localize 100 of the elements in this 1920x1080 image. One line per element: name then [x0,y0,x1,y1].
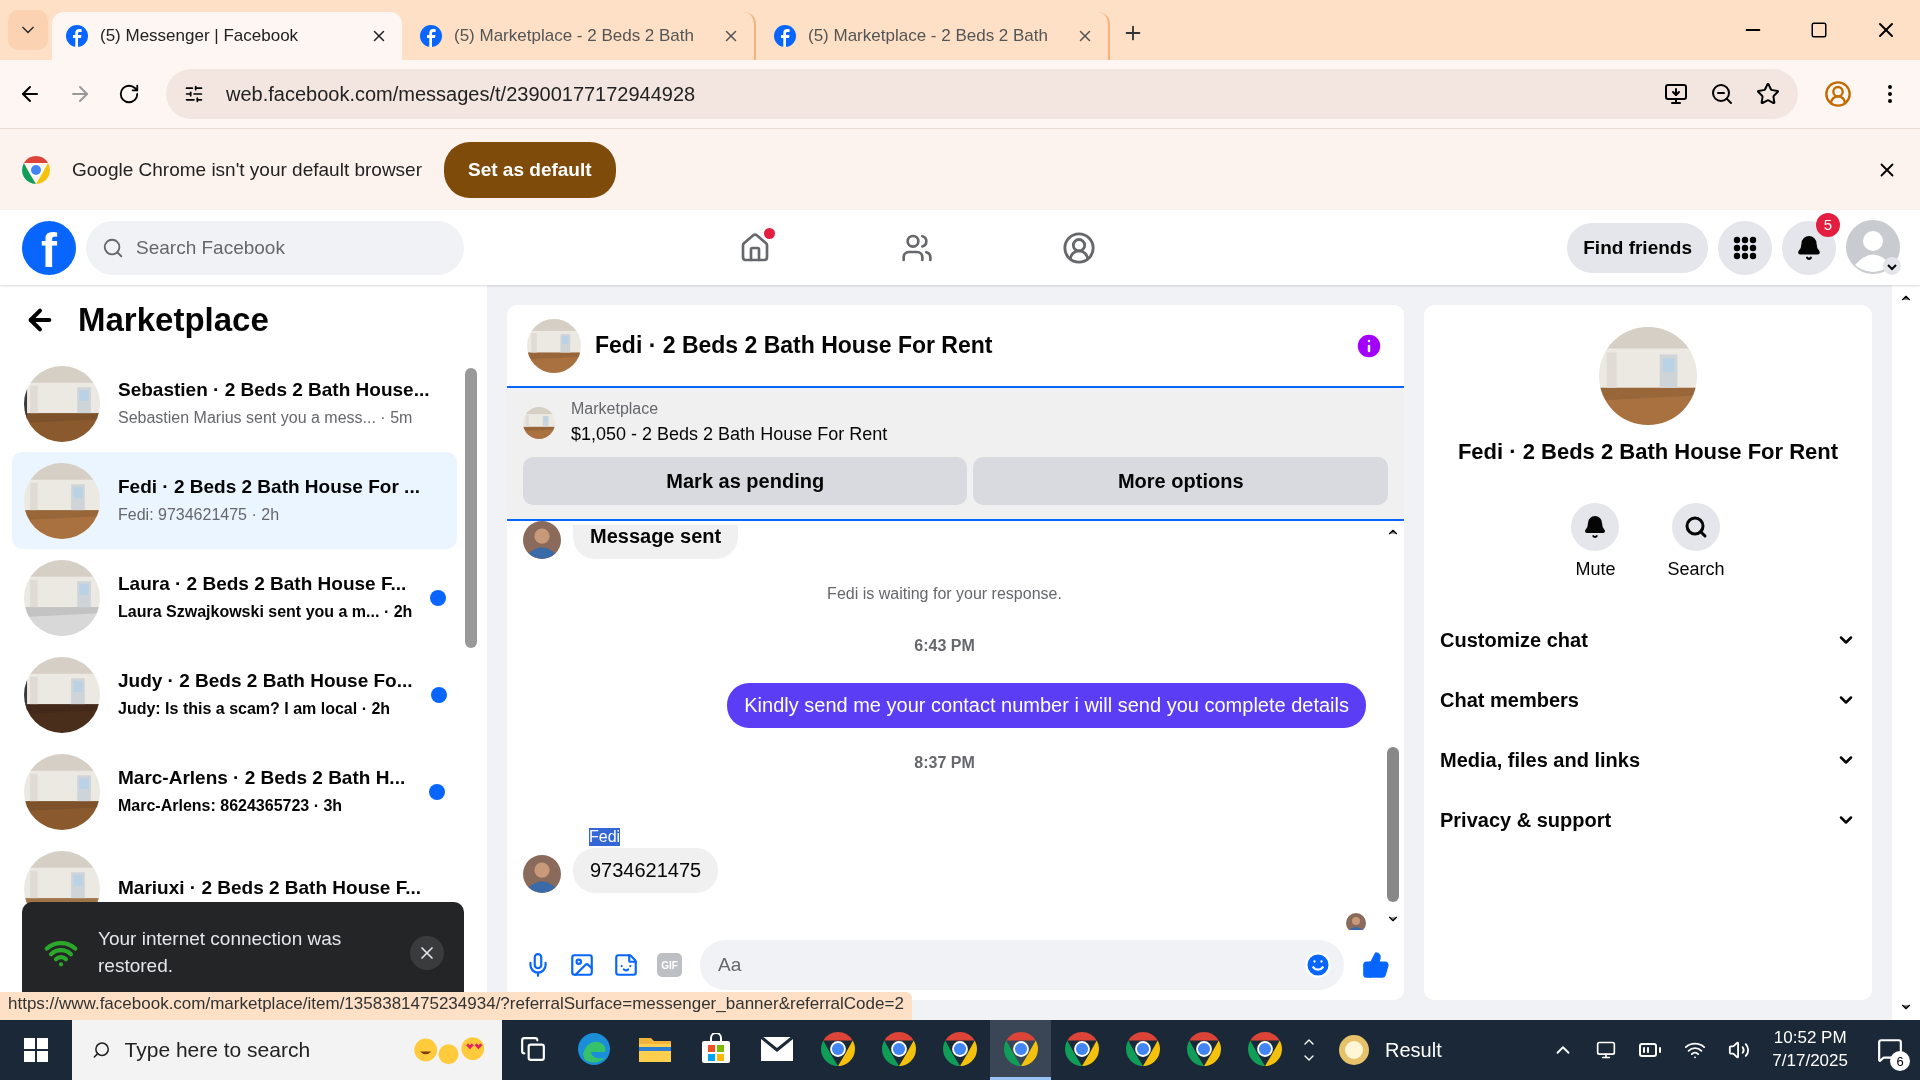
conversation-item[interactable]: Laura · 2 Beds 2 Bath House F... Laura Szwajkowski sent you a m... · 2h [12,549,457,646]
chrome-icon [22,155,50,184]
conversation-item[interactable]: Sebastien · 2 Beds 2 Bath House... Sebastien Marius sent you a mess... · 5m [12,355,457,452]
details-title: Fedi · 2 Beds 2 Bath House For Rent [1457,439,1839,465]
store-icon [699,1032,732,1065]
conversation-title: Sebastien · 2 Beds 2 Bath House... [118,377,430,402]
details-section[interactable]: Privacy & support [1440,790,1856,850]
url-text: web.facebook.com/messages/t/23900177172944928 [226,82,697,106]
zoom-icon[interactable] [1710,82,1734,106]
listing-action-button[interactable]: Mark as pending [523,457,968,505]
chrome-icon [1186,1031,1221,1066]
avatar [523,855,561,893]
timestamp: 8:37 PM [913,754,976,772]
chrome-icon [1247,1031,1282,1066]
chrome-icon [942,1031,977,1066]
home-icon [739,231,771,264]
infobar-message: Google Chrome isn't your default browser [72,158,422,181]
install-icon[interactable] [1664,82,1688,106]
bookmark-icon[interactable] [1756,82,1780,106]
conversation-title: Judy · 2 Beds 2 Bath House Fo... [118,668,413,693]
notifications-button[interactable] [1782,220,1836,275]
task-view-icon [519,1035,546,1062]
tab-title: (5) Marketplace - 2 Beds 2 Bath [808,26,1049,46]
bell-icon [1583,515,1608,539]
edge-icon [576,1031,611,1066]
weather-widget[interactable]: Result [1331,1032,1448,1068]
search-icon [102,236,124,259]
message-bubble: Message sent [573,525,739,559]
scrollbar-thumb[interactable] [1387,747,1399,902]
time-text: 10:52 PM [1773,1027,1847,1050]
search-field[interactable]: Search Facebook [86,220,464,275]
photo-icon[interactable] [569,952,595,978]
details-section[interactable]: Customize chat [1440,610,1856,670]
conversation-title: Mariuxi · 2 Beds 2 Bath House F... [118,876,422,901]
notification-center-button[interactable]: 6 [1870,1025,1910,1075]
chrome-icon [820,1031,855,1066]
listing-action-button[interactable]: More options [973,457,1388,505]
set-default-button[interactable]: Set as default [444,141,616,198]
address-bar[interactable]: web.facebook.com/messages/t/23900177172944928 [166,69,1798,119]
facebook-icon [66,25,88,47]
bell-icon [1796,234,1822,261]
sticker-icon[interactable] [613,952,639,978]
conversation-preview: Sebastien Marius sent you a mess... · 5m [118,408,413,429]
details-section[interactable]: Media, files and links [1440,730,1856,790]
avatar [1346,913,1366,930]
facebook-logo[interactable]: f [22,220,76,275]
date-text: 7/17/2025 [1772,1050,1848,1072]
chrome-icon [1125,1031,1160,1066]
notification-badge: 5 [1816,212,1840,237]
tab-title: (5) Messenger | Facebook [100,26,300,46]
scrollbar-thumb[interactable] [465,368,477,648]
tab-title: (5) Marketplace - 2 Beds 2 Bath [454,26,695,46]
details-section[interactable]: Chat members [1440,670,1856,730]
reload-icon[interactable] [118,83,140,105]
close-button[interactable] [410,936,444,970]
conversation-preview: Fedi: 9734621475 · 2h [118,505,280,526]
conversation-title: Marc-Arlens · 2 Beds 2 Bath H... [118,765,406,790]
restore-icon[interactable] [1810,21,1828,39]
message-bubble: Kindly send me your contact number i will send you complete details [727,683,1366,728]
conversation-title: Fedi · 2 Beds 2 Bath House For ... [118,474,420,499]
message-bubble: 9734621475 [573,848,719,893]
message-input[interactable]: Aa [716,953,1304,977]
message-field[interactable]: Aa [700,940,1344,990]
sun-icon [1337,1033,1371,1067]
search-input[interactable]: Search Facebook [134,235,448,260]
groups-icon [1062,230,1096,265]
listing-source: Marketplace [571,400,660,418]
mail-icon [759,1035,794,1062]
site-info-icon[interactable] [184,84,204,104]
windows-icon [24,1038,48,1062]
sender-name: Fedi [589,828,621,846]
conversation-item[interactable]: Fedi · 2 Beds 2 Bath House For ... Fedi: 9734621475 · 2h [12,452,457,549]
toast-message: Your internet connection was restored. [98,927,343,978]
chrome-icon [881,1031,916,1066]
grid-icon [1733,235,1757,260]
timestamp: 6:43 PM [913,637,976,655]
chrome-icon [1064,1031,1099,1066]
conversation-item[interactable]: Marc-Arlens · 2 Beds 2 Bath H... Marc-Arlens: 8624365723 · 3h [12,743,457,840]
search-icon [1684,515,1708,539]
clock[interactable]: 10:52 PM 7/17/2025 [1772,1027,1848,1073]
avatar [523,521,561,559]
taskbar-search-field[interactable]: Type here to search [72,1020,502,1080]
conversation-preview: Judy: Is this a scam? I am local · 2h [118,699,391,720]
listing-title: $1,050 - 2 Beds 2 Bath House For Rent [571,424,888,445]
menu-button[interactable] [1718,220,1772,275]
browser-tab[interactable]: (5) Messenger | Facebook [52,12,402,60]
chat-title: Fedi · 2 Beds 2 Bath House For Rent [595,332,994,359]
conversation-item[interactable]: Judy · 2 Beds 2 Bath House Fo... Judy: Is this a scam? I am local · 2h [12,646,457,743]
profile-icon[interactable] [1824,80,1852,108]
find-friends-button[interactable]: Find friends [1567,222,1708,273]
conversation-preview: Marc-Arlens: 8624365723 · 3h [118,796,343,817]
meet-icon[interactable] [1596,1040,1617,1060]
conversation-title: Laura · 2 Beds 2 Bath House F... [118,571,407,596]
thumbs-up-icon[interactable] [1362,951,1390,979]
facebook-icon [774,25,796,47]
sidebar-title: Marketplace [78,301,269,339]
volume-icon[interactable] [1728,1039,1751,1061]
taskbar-search-input[interactable]: Type here to search [122,1037,398,1063]
notification-count: 6 [1890,1051,1910,1071]
emoji-icon[interactable] [1304,951,1332,979]
